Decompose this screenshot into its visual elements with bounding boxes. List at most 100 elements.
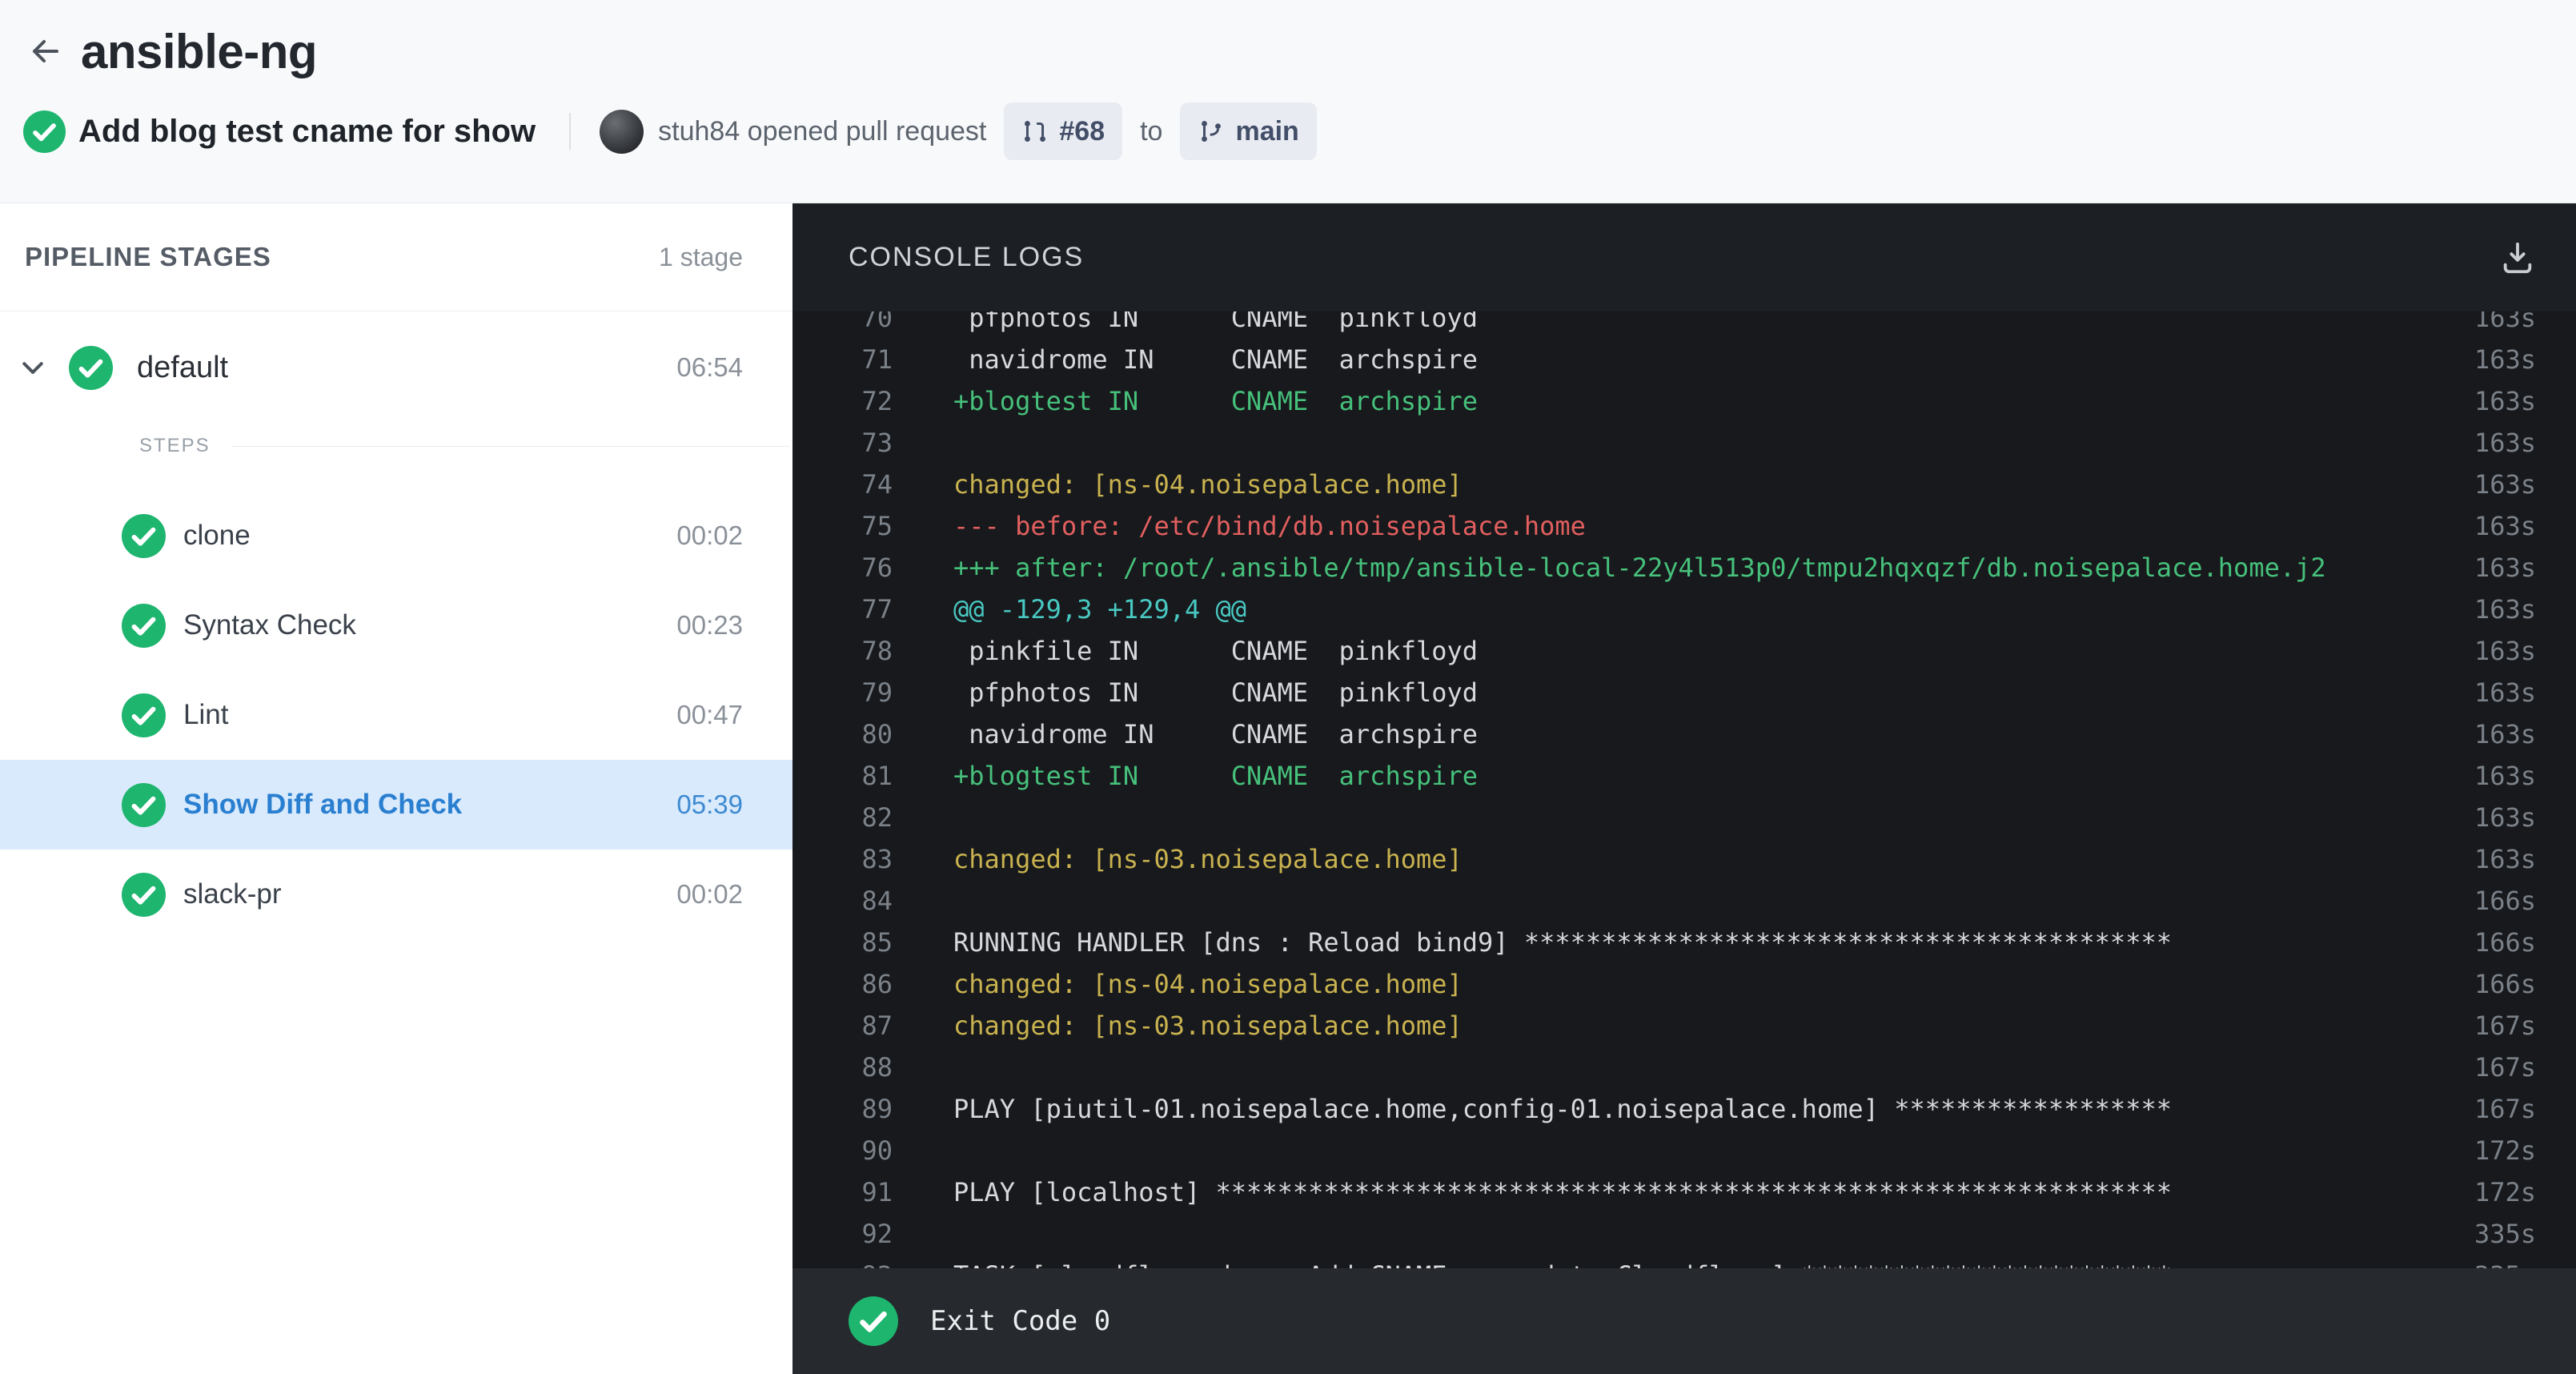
console-log-lines: 70 pfphotos IN CNAME pinkfloyd 163s 71 nav… (792, 311, 2576, 1268)
step-slack-pr[interactable]: slack-pr 00:02 (0, 850, 792, 939)
log-line-text: pinkfile IN CNAME pinkfloyd (953, 636, 1479, 666)
step-name: Lint (183, 699, 229, 730)
step-duration: 05:39 (676, 789, 743, 819)
step-duration: 00:02 (676, 879, 743, 909)
log-line: 80 navidrome IN CNAME archspire 163s (792, 713, 2576, 755)
exit-code-label: Exit Code 0 (930, 1305, 1111, 1337)
log-line: 87 changed: [ns-03.noisepalace.home] 167s (792, 1005, 2576, 1047)
log-line: 72 +blogtest IN CNAME archspire 163s (792, 380, 2576, 422)
log-line-time: 163s (2474, 677, 2536, 708)
stage-count: 1 stage (659, 242, 743, 271)
log-line-time: 163s (2474, 386, 2536, 416)
back-button[interactable] (26, 32, 65, 70)
console-logs-heading: CONSOLE LOGS (849, 242, 1085, 272)
log-line-time: 163s (2474, 636, 2536, 666)
body: PIPELINE STAGES 1 stage default 06:54 ST… (0, 203, 2576, 1374)
log-line-time: 335s (2474, 1219, 2536, 1249)
step-duration: 00:47 (676, 700, 743, 729)
log-line-number: 80 (861, 719, 893, 749)
pull-request-icon (1025, 121, 1046, 142)
log-line: 89 PLAY [piutil-01.noisepalace.home,confi… (792, 1088, 2576, 1130)
log-line-text (953, 1047, 2424, 1088)
log-line: 77 @@ -129,3 +129,4 @@ 163s (792, 589, 2576, 630)
log-line-time: 167s (2474, 1094, 2536, 1124)
log-line-time: 163s (2474, 802, 2536, 833)
log-line: 83 changed: [ns-03.noisepalace.home] 163s (792, 838, 2576, 880)
header: ansible-ng Add blog test cname for show … (0, 0, 2576, 203)
log-line-text: changed: [ns-03.noisepalace.home] (953, 844, 1463, 874)
step-duration: 00:23 (676, 610, 743, 640)
commit-row: Add blog test cname for show stuh84 open… (0, 86, 2576, 176)
check-icon (122, 872, 166, 917)
chevron-down-icon[interactable] (18, 352, 48, 383)
log-line-number: 91 (861, 1177, 893, 1207)
log-line: 93 TASK [cloudflare_dns : Add CNAME recor… (792, 1255, 2576, 1268)
stage-row-default[interactable]: default 06:54 (0, 319, 792, 416)
log-line-text: PLAY [localhost] ***********************… (953, 1177, 2172, 1207)
log-line-number: 78 (861, 636, 893, 666)
log-line-time: 163s (2474, 344, 2536, 375)
log-line-text (953, 880, 2424, 922)
arrow-left-icon (33, 40, 58, 62)
log-line-text (953, 1213, 2424, 1255)
log-line-number: 89 (861, 1094, 893, 1124)
page-title: ansible-ng (81, 24, 318, 78)
log-line-text: navidrome IN CNAME archspire (953, 719, 1479, 749)
log-line: 74 changed: [ns-04.noisepalace.home] 163s (792, 464, 2576, 505)
log-line-text (953, 797, 2424, 838)
log-line-text: changed: [ns-04.noisepalace.home] (953, 969, 1463, 999)
console-log-viewport[interactable]: 70 pfphotos IN CNAME pinkfloyd 163s 71 nav… (792, 311, 2576, 1268)
steps-heading: STEPS (139, 435, 211, 456)
check-icon (122, 693, 166, 737)
log-line: 82 163s (792, 797, 2576, 838)
log-line-text: +blogtest IN CNAME archspire (953, 386, 1479, 416)
log-line-time: 163s (2474, 469, 2536, 500)
log-line-time: 163s (2474, 761, 2536, 791)
log-line-time: 163s (2474, 311, 2536, 333)
step-name: clone (183, 520, 251, 551)
log-line-number: 86 (861, 969, 893, 999)
log-line-number: 87 (861, 1010, 893, 1041)
log-line-text: --- before: /etc/bind/db.noisepalace.hom… (953, 511, 1586, 541)
step-name: slack-pr (183, 878, 282, 910)
log-line-number: 73 (861, 428, 893, 458)
step-lint[interactable]: Lint 00:47 (0, 670, 792, 760)
check-icon (69, 345, 113, 390)
check-icon (122, 603, 166, 648)
console-header: CONSOLE LOGS (792, 203, 2576, 311)
git-branch-icon (1202, 121, 1222, 142)
log-line-number: 70 (861, 311, 893, 333)
check-icon (122, 513, 166, 558)
pr-badge[interactable]: #68 (1004, 102, 1123, 160)
title-row: ansible-ng (0, 16, 2576, 86)
download-logs-button[interactable] (2499, 239, 2536, 276)
log-line: 86 changed: [ns-04.noisepalace.home] 166s (792, 963, 2576, 1005)
divider (569, 113, 572, 150)
log-line-text: +++ after: /root/.ansible/tmp/ansible-lo… (953, 552, 2326, 583)
step-duration: 00:02 (676, 520, 743, 550)
log-line-time: 163s (2474, 844, 2536, 874)
log-line: 79 pfphotos IN CNAME pinkfloyd 163s (792, 672, 2576, 713)
step-syntax-check[interactable]: Syntax Check 00:23 (0, 581, 792, 670)
download-icon (2503, 242, 2532, 273)
log-line-text: TASK [cloudflare_dns : Add CNAME record … (953, 1255, 2424, 1268)
step-clone[interactable]: clone 00:02 (0, 491, 792, 581)
commit-message: Add blog test cname for show (78, 113, 536, 149)
steps-label-row: STEPS (0, 422, 792, 470)
log-line-number: 92 (861, 1219, 893, 1249)
log-line-text: +blogtest IN CNAME archspire (953, 761, 1479, 791)
pr-number: #68 (1059, 115, 1105, 147)
log-line-time: 167s (2474, 1010, 2536, 1041)
log-line-text (953, 1130, 2424, 1171)
log-line-time: 335s (2424, 1255, 2576, 1268)
log-line: 75 --- before: /etc/bind/db.noisepalace.h… (792, 505, 2576, 547)
step-show-diff-and-check[interactable]: Show Diff and Check 05:39 (0, 760, 792, 850)
branch-name: main (1235, 115, 1299, 147)
console-panel: CONSOLE LOGS 70 pfphotos IN CNAME pinkfl… (792, 203, 2576, 1374)
branch-badge[interactable]: main (1180, 102, 1317, 160)
log-line-text: RUNNING HANDLER [dns : Reload bind9] ***… (953, 927, 2172, 958)
sidebar-header: PIPELINE STAGES 1 stage (0, 203, 792, 311)
log-line-text: changed: [ns-04.noisepalace.home] (953, 469, 1463, 500)
log-line-number: 72 (861, 386, 893, 416)
log-line-number: 81 (861, 761, 893, 791)
